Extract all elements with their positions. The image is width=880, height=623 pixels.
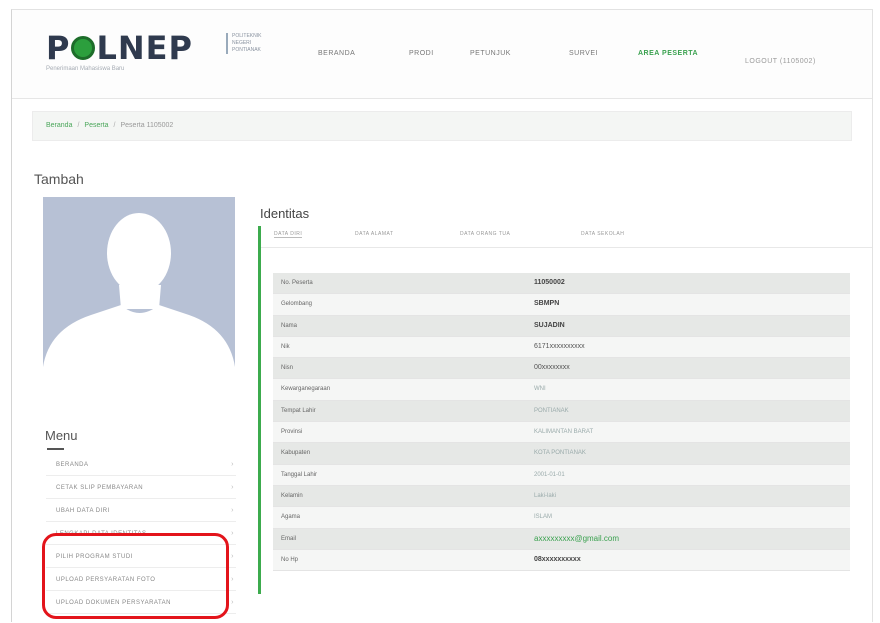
row-label: Nik [281,343,290,350]
tabs-divider [261,247,872,248]
row-label: Kabupaten [281,450,311,457]
row-value: 08xxxxxxxxxx [534,555,581,563]
row-value: Laki-laki [534,492,557,499]
table-row: Tempat Lahir PONTIANAK [273,400,850,423]
chevron-right-icon: › [231,553,234,560]
row-value: WNI [534,386,546,393]
table-row: Nik 6171xxxxxxxxxx [273,336,850,359]
menu-heading-underline [47,448,64,450]
table-row: Provinsi KALIMANTAN BARAT [273,422,850,444]
row-label: Email [281,535,297,542]
breadcrumb-current: Peserta 1105002 [120,122,174,129]
row-label: Kewarganegaraan [281,386,331,393]
logo-wordmark: P LNEP [46,29,193,67]
breadcrumb-peserta[interactable]: Peserta [84,122,108,129]
table-row: Nisn 00xxxxxxxx [273,358,850,380]
row-value: KOTA PONTIANAK [534,450,586,457]
tab-data-sekolah[interactable]: DATA SEKOLAH [581,231,624,237]
identitas-heading: Identitas [260,206,310,221]
table-row: Kabupaten KOTA PONTIANAK [273,443,850,465]
breadcrumb-beranda[interactable]: Beranda [46,122,72,129]
chevron-right-icon: › [231,507,234,514]
breadcrumb-separator: / [77,122,80,129]
row-label: Nisn [281,365,294,372]
chevron-right-icon: › [231,461,234,468]
menu-item-cetak-slip[interactable]: CETAK SLIP PEMBAYARAN › [46,477,236,499]
highlight-annotation [42,533,229,619]
menu-heading: Menu [45,428,78,443]
nav-beranda[interactable]: BERANDA [318,50,355,57]
table-row: Gelombang SBMPN [273,294,850,316]
tab-data-orang-tua[interactable]: DATA ORANG TUA [460,231,510,237]
logo-side-text: POLITEKNIK NEGERI PONTIANAK [226,33,282,54]
tab-data-alamat[interactable]: DATA ALAMAT [355,231,394,237]
table-row: No. Peserta 11050002 [273,273,850,295]
table-row: No Hp 08xxxxxxxxxx [273,549,850,572]
profile-photo-placeholder[interactable] [43,197,235,405]
breadcrumb-separator: / [113,122,116,129]
row-label: Nama [281,322,298,329]
row-label: Tanggal Lahir [281,471,318,478]
row-label: No. Peserta [281,280,313,286]
row-value: ISLAM [534,514,553,521]
nav-prodi[interactable]: PRODI [409,50,434,57]
breadcrumb: Beranda / Peserta / Peserta 1105002 [32,111,852,141]
row-value: 00xxxxxxxx [534,364,570,372]
logout-link[interactable]: LOGOUT (1105002) [745,58,816,65]
chevron-right-icon: › [231,530,234,537]
table-row: Kelamin Laki-laki [273,485,850,508]
logo-circle-icon [71,36,96,60]
row-value: SUJADIN [534,321,565,329]
row-label: Kelamin [281,492,303,499]
nav-petunjuk[interactable]: PETUNJUK [470,50,511,57]
row-value: PONTIANAK [534,407,569,414]
nav-survei[interactable]: SURVEI [569,50,598,57]
nav-area-peserta[interactable]: AREA PESERTA [638,50,698,57]
chevron-right-icon: › [231,576,234,583]
user-silhouette-icon [43,213,235,405]
row-label: Tempat Lahir [281,407,316,414]
row-label: Gelombang [281,301,313,308]
row-value: SBMPN [534,300,560,308]
chevron-right-icon: › [231,484,234,491]
chevron-right-icon: › [231,599,234,606]
table-row: Agama ISLAM [273,507,850,529]
menu-item-beranda[interactable]: BERANDA › [46,454,236,476]
tambah-heading: Tambah [34,171,84,187]
table-row: Email axxxxxxxxx@gmail.com [273,528,850,550]
site-header: P LNEP POLITEKNIK NEGERI PONTIANAK Peneri… [12,10,872,99]
table-row: Tanggal Lahir 2001-01-01 [273,464,850,486]
row-value: 11050002 [534,279,565,286]
table-row: Nama SUJADIN [273,315,850,337]
row-label: Agama [281,514,301,521]
logo[interactable]: P LNEP POLITEKNIK NEGERI PONTIANAK Peneri… [46,29,261,72]
menu-item-ubah-data[interactable]: UBAH DATA DIRI › [46,500,236,522]
row-value: 2001-01-01 [534,471,565,478]
table-row: Kewarganegaraan WNI [273,379,850,401]
row-value: KALIMANTAN BARAT [534,429,594,436]
row-value-email[interactable]: axxxxxxxxx@gmail.com [534,529,850,549]
row-value: 6171xxxxxxxxxx [534,342,585,350]
tab-data-diri[interactable]: DATA DIRI [274,231,303,238]
identitas-table: No. Peserta 11050002 Gelombang SBMPN Nama S… [273,273,850,572]
row-label: Provinsi [281,429,303,436]
section-accent-line [258,226,261,594]
row-label: No Hp [281,556,299,563]
page-frame: P LNEP POLITEKNIK NEGERI PONTIANAK Peneri… [11,9,873,622]
logo-subtitle: Penerimaan Mahasiswa Baru [46,66,125,72]
